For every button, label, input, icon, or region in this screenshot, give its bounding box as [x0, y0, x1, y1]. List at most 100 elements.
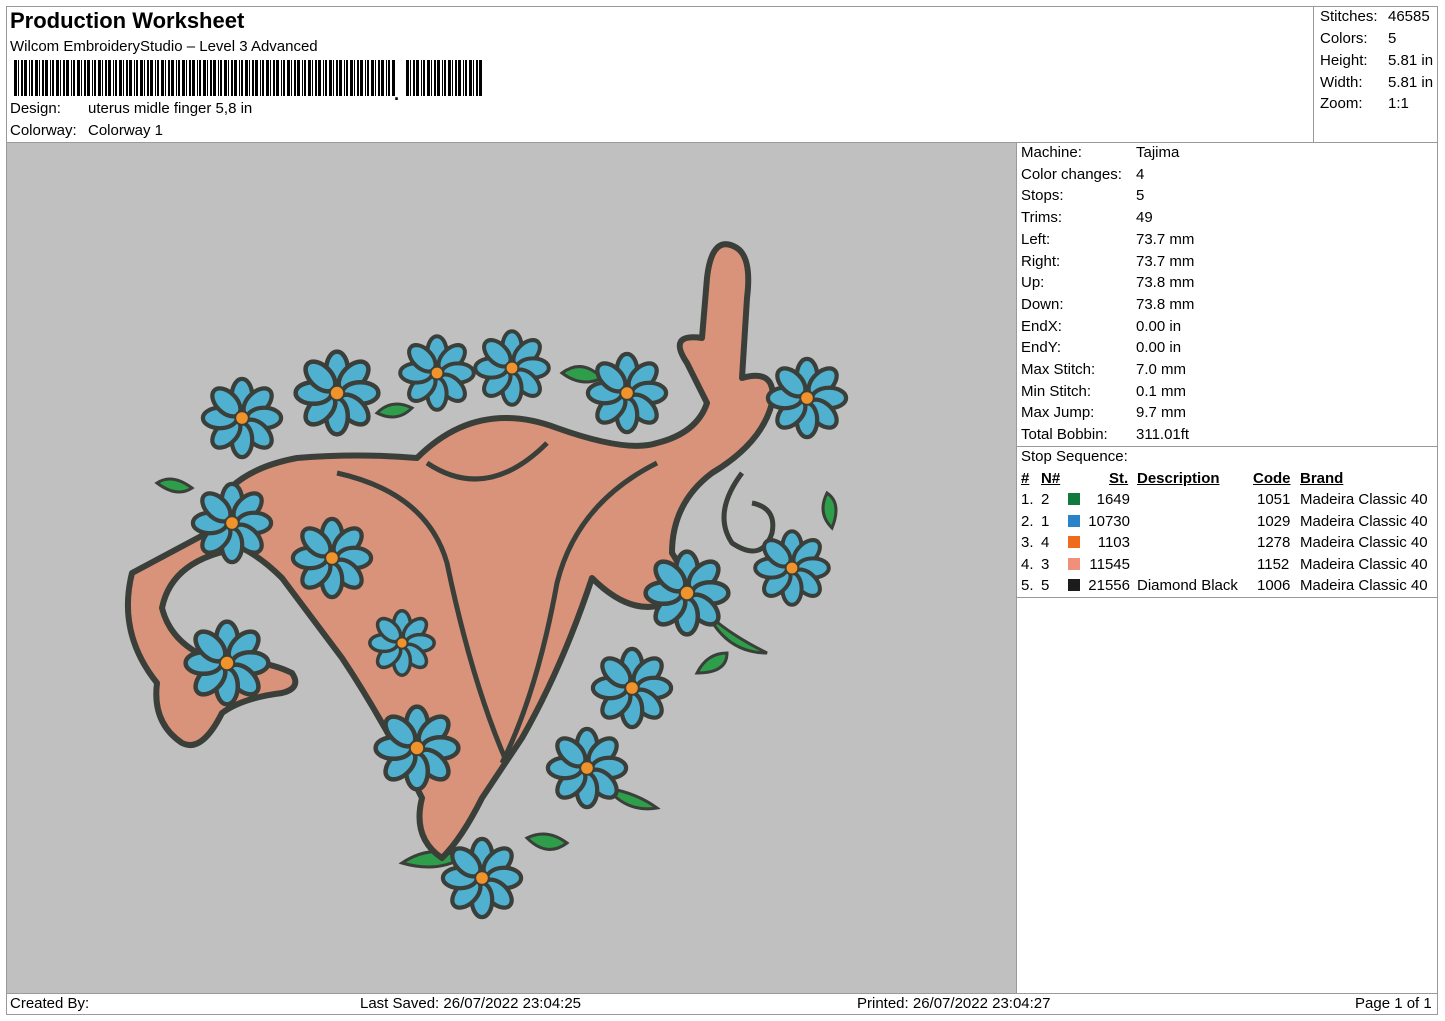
stats-label: Width: — [1320, 74, 1363, 91]
thread-code: 1051 — [1257, 491, 1291, 508]
color-swatch — [1068, 514, 1080, 527]
param-label: Min Stitch: — [1021, 382, 1092, 400]
stop-sequence-table: # N# St. Description Code Brand 1. 2 1649 1… — [1017, 467, 1438, 598]
param-label: EndX: — [1021, 317, 1062, 335]
param-row: Color changes: 4 — [1021, 166, 1144, 183]
header: Production Worksheet Wilcom EmbroiderySt… — [6, 6, 1314, 143]
param-label: Trims: — [1021, 209, 1063, 227]
thread-brand: Madeira Classic 40 — [1300, 577, 1428, 594]
stop-num: 4. — [1021, 555, 1034, 573]
col-header-n: N# — [1041, 470, 1061, 487]
col-header-num: # — [1021, 470, 1030, 487]
stats-row-zoom: Zoom: 1:1 — [1320, 95, 1409, 112]
param-row: Trims: 49 — [1021, 209, 1153, 226]
param-row: Max Stitch: 7.0 mm — [1021, 361, 1186, 378]
color-swatch — [1068, 557, 1080, 570]
barcode-image: , — [14, 60, 482, 100]
stitch-count: 1649 — [1096, 491, 1130, 508]
thread-code: 1029 — [1257, 512, 1291, 530]
param-row: Up: 73.8 mm — [1021, 274, 1194, 291]
param-value: 73.8 mm — [1136, 295, 1195, 313]
svg-text:,: , — [394, 84, 399, 100]
param-value: 49 — [1136, 209, 1153, 227]
stats-label: Stitches: — [1320, 8, 1378, 25]
param-row: EndY: 0.00 in — [1021, 339, 1181, 356]
footer: Created By: Last Saved: 26/07/2022 23:04… — [6, 993, 1438, 1015]
param-label: Machine: — [1021, 144, 1082, 161]
stop-num: 2. — [1021, 512, 1034, 530]
needle-num: 5 — [1041, 577, 1050, 594]
stop-num: 5. — [1021, 577, 1034, 594]
design-row: Design: uterus midle finger 5,8 in — [10, 100, 252, 117]
thread-brand: Madeira Classic 40 — [1300, 491, 1428, 508]
param-label: Right: — [1021, 252, 1061, 270]
stats-box: Stitches: 46585 Colors: 5 Height: 5.81 in W… — [1313, 6, 1438, 143]
stats-value: 5 — [1388, 30, 1397, 47]
colorway-value: Colorway 1 — [88, 122, 164, 139]
param-row: Max Jump: 9.7 mm — [1021, 404, 1186, 421]
stats-row-width: Width: 5.81 in — [1320, 74, 1433, 91]
design-value: uterus midle finger 5,8 in — [88, 100, 253, 117]
color-swatch — [1068, 579, 1080, 591]
design-preview-canvas — [7, 143, 1017, 993]
param-value: 9.7 mm — [1136, 404, 1187, 422]
param-value: 73.8 mm — [1136, 274, 1195, 292]
stitch-count: 1103 — [1097, 534, 1130, 551]
param-row: Total Bobbin: 311.01ft — [1021, 426, 1189, 443]
stitch-count: 21556 — [1088, 577, 1130, 594]
colorway-row: Colorway: Colorway 1 — [10, 122, 163, 139]
param-value: Tajima — [1136, 144, 1180, 161]
design-label: Design: — [10, 100, 61, 117]
stop-num: 1. — [1021, 491, 1034, 508]
stats-value: 1:1 — [1388, 95, 1409, 112]
thread-brand: Madeira Classic 40 — [1300, 512, 1428, 530]
param-label: Down: — [1021, 295, 1064, 313]
param-value: 4 — [1136, 165, 1145, 183]
param-row: Machine: Tajima — [1021, 144, 1179, 161]
param-label: Max Stitch: — [1021, 361, 1096, 378]
page-title: Production Worksheet — [10, 8, 245, 33]
colorway-label: Colorway: — [10, 122, 77, 139]
thread-code: 1278 — [1257, 534, 1291, 551]
last-saved: Last Saved: 26/07/2022 23:04:25 — [360, 995, 582, 1012]
thread-code: 1006 — [1257, 577, 1291, 594]
param-label: Up: — [1021, 274, 1045, 292]
stats-row-stitches: Stitches: 46585 — [1320, 8, 1430, 25]
param-label: Max Jump: — [1021, 404, 1095, 422]
thread-brand: Madeira Classic 40 — [1300, 534, 1428, 551]
stats-label: Colors: — [1320, 30, 1368, 47]
needle-num: 2 — [1041, 491, 1050, 508]
embroidery-design-image — [124, 241, 1016, 993]
param-value: 73.7 mm — [1136, 252, 1195, 270]
param-value: 73.7 mm — [1136, 230, 1195, 248]
param-label: Left: — [1021, 230, 1051, 248]
param-value: 7.0 mm — [1136, 361, 1187, 378]
thread-description: Diamond Black — [1137, 577, 1238, 594]
param-value: 0.1 mm — [1136, 382, 1187, 400]
param-label: Total Bobbin: — [1021, 426, 1108, 444]
stats-value: 5.81 in — [1388, 74, 1434, 91]
printed-date: Printed: 26/07/2022 23:04:27 — [857, 995, 1051, 1012]
col-header-stitches: St. — [1109, 470, 1129, 487]
stats-row-colors: Colors: 5 — [1320, 30, 1396, 47]
param-value: 311.01ft — [1136, 426, 1190, 444]
stats-row-height: Height: 5.81 in — [1320, 52, 1433, 69]
stats-value: 5.81 in — [1388, 52, 1434, 69]
stop-num: 3. — [1021, 534, 1034, 551]
param-value: 0.00 in — [1136, 317, 1182, 335]
param-label: EndY: — [1021, 339, 1062, 357]
stop-sequence-title: Stop Sequence: — [1021, 448, 1128, 465]
needle-num: 4 — [1041, 534, 1050, 551]
stats-label: Zoom: — [1320, 95, 1363, 112]
color-swatch — [1068, 536, 1080, 548]
col-header-description: Description — [1137, 470, 1220, 487]
thread-code: 1152 — [1257, 555, 1290, 573]
needle-num: 3 — [1041, 555, 1050, 573]
color-swatch — [1068, 493, 1080, 505]
software-name: Wilcom EmbroideryStudio – Level 3 Advanc… — [10, 38, 318, 55]
param-value: 0.00 in — [1136, 339, 1182, 357]
stitch-count: 11545 — [1089, 555, 1130, 573]
col-header-code: Code — [1253, 470, 1291, 487]
needle-num: 1 — [1041, 512, 1050, 530]
created-by: Created By: — [10, 995, 90, 1012]
